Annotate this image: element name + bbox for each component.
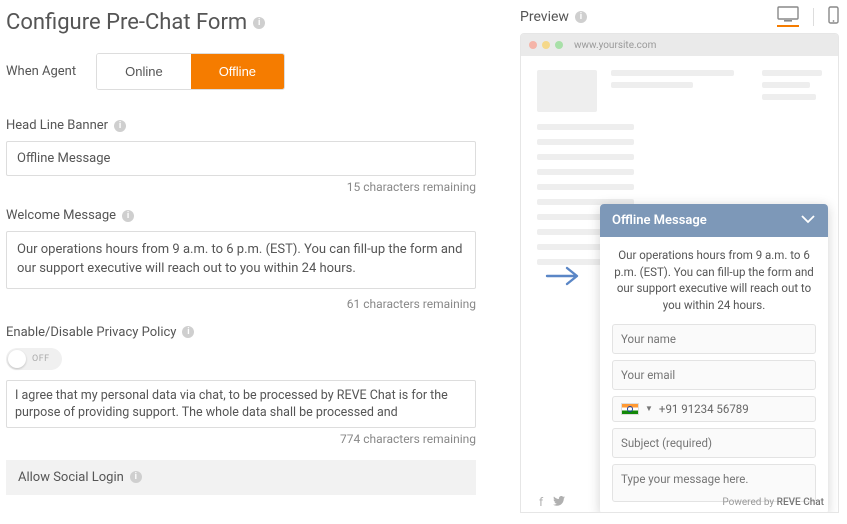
flag-india-icon bbox=[621, 403, 639, 415]
info-icon[interactable]: i bbox=[122, 210, 134, 222]
twitter-icon[interactable] bbox=[553, 495, 565, 509]
page-title-text: Configure Pre-Chat Form bbox=[6, 10, 247, 35]
chevron-down-icon[interactable] bbox=[800, 213, 816, 228]
divider bbox=[813, 8, 814, 26]
info-icon[interactable]: i bbox=[114, 120, 126, 132]
agent-status-toggle: Online Offline bbox=[96, 53, 285, 90]
privacy-remaining: 774 characters remaining bbox=[6, 432, 476, 446]
window-dot-yellow bbox=[542, 41, 550, 49]
browser-bar: www.yoursite.com bbox=[521, 34, 838, 56]
toggle-state: OFF bbox=[32, 354, 50, 364]
window-dot-green bbox=[555, 41, 563, 49]
privacy-toggle[interactable]: OFF bbox=[6, 348, 62, 370]
privacy-text-input[interactable]: I agree that my personal data via chat, … bbox=[6, 380, 476, 428]
chat-phone-input[interactable]: ▼ +91 91234 56789 bbox=[612, 396, 816, 422]
headline-remaining: 15 characters remaining bbox=[6, 180, 476, 194]
chat-message-input[interactable] bbox=[612, 464, 816, 502]
toggle-knob bbox=[8, 350, 26, 368]
info-icon[interactable]: i bbox=[253, 17, 265, 29]
headline-banner-label: Head Line Banner i bbox=[6, 118, 502, 133]
chat-email-input[interactable] bbox=[612, 360, 816, 390]
info-icon[interactable]: i bbox=[182, 326, 194, 338]
info-icon[interactable]: i bbox=[575, 11, 587, 23]
chat-header-title: Offline Message bbox=[612, 213, 707, 228]
caret-down-icon[interactable]: ▼ bbox=[645, 404, 653, 413]
info-icon[interactable]: i bbox=[130, 471, 142, 483]
mobile-view-button[interactable] bbox=[828, 6, 839, 27]
chat-subject-input[interactable] bbox=[612, 428, 816, 458]
social-icons: f bbox=[539, 495, 565, 509]
powered-by: Powered by REVE Chat bbox=[722, 497, 824, 508]
window-dot-red bbox=[529, 41, 537, 49]
url-text: www.yoursite.com bbox=[574, 40, 656, 51]
facebook-icon[interactable]: f bbox=[539, 495, 543, 509]
desktop-icon bbox=[777, 6, 799, 22]
privacy-policy-label: Enable/Disable Privacy Policy i bbox=[6, 325, 502, 340]
chat-name-input[interactable] bbox=[612, 324, 816, 354]
headline-banner-input[interactable] bbox=[6, 141, 476, 176]
welcome-message-input[interactable] bbox=[6, 231, 476, 289]
chat-widget: Offline Message Our operations hours fro… bbox=[600, 204, 828, 513]
preview-browser: www.yoursite.com bbox=[520, 33, 839, 513]
allow-social-login-label: Allow Social Login bbox=[18, 470, 124, 485]
welcome-remaining: 61 characters remaining bbox=[6, 297, 476, 311]
powered-by-brand[interactable]: REVE Chat bbox=[777, 497, 824, 508]
skeleton-header bbox=[537, 70, 822, 112]
page-title: Configure Pre-Chat Form i bbox=[6, 10, 502, 35]
chat-welcome-message: Our operations hours from 9 a.m. to 6 p.… bbox=[612, 247, 816, 314]
desktop-view-button[interactable] bbox=[777, 6, 799, 27]
agent-online-button[interactable]: Online bbox=[97, 54, 191, 89]
device-toggle bbox=[777, 6, 839, 27]
preview-title: Preview i bbox=[520, 9, 587, 25]
when-agent-label: When Agent bbox=[6, 64, 76, 79]
mobile-icon bbox=[828, 6, 839, 24]
welcome-message-label: Welcome Message i bbox=[6, 208, 502, 223]
chat-header[interactable]: Offline Message bbox=[600, 204, 828, 237]
arrow-icon bbox=[545, 264, 583, 292]
allow-social-login-section: Allow Social Login i bbox=[6, 460, 476, 495]
chat-phone-placeholder: +91 91234 56789 bbox=[659, 402, 749, 416]
agent-offline-button[interactable]: Offline bbox=[191, 54, 284, 89]
